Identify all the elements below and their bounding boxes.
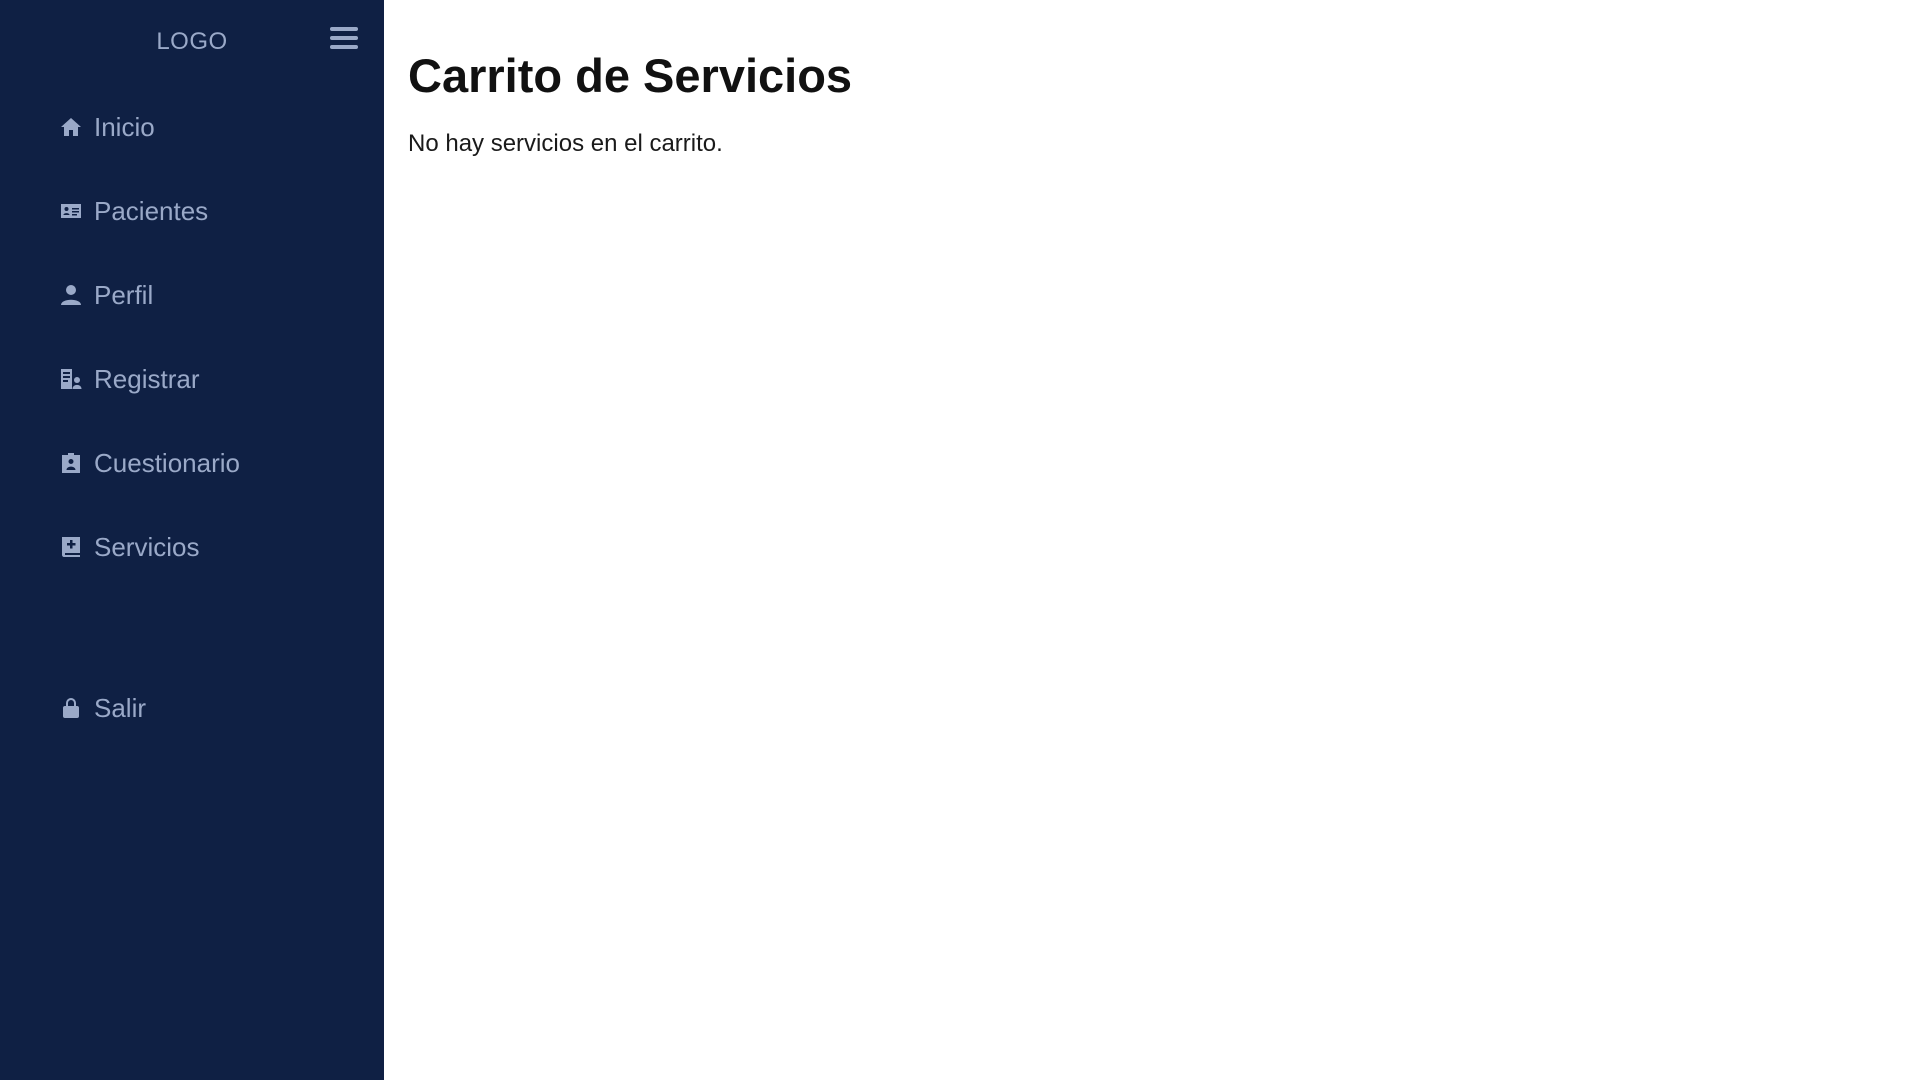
id-card-icon: [58, 198, 84, 224]
sidebar-item-servicios[interactable]: Servicios: [58, 525, 199, 569]
hamburger-menu-icon[interactable]: [330, 27, 358, 53]
clipboard-user-icon: [58, 450, 84, 476]
sidebar-item-label: Inicio: [94, 111, 155, 142]
main-content: Carrito de Servicios No hay servicios en…: [384, 0, 1920, 1080]
page-title: Carrito de Servicios: [408, 49, 853, 102]
home-icon: [58, 114, 84, 140]
sidebar-item-label: Salir: [94, 692, 147, 723]
sidebar-item-label: Servicios: [94, 531, 200, 562]
user-icon: [58, 282, 84, 308]
sidebar-item-registrar[interactable]: Registrar: [58, 357, 199, 401]
sidebar-header: LOGO: [0, 0, 384, 84]
sidebar-item-pacientes[interactable]: Pacientes: [58, 189, 208, 233]
book-medical-icon: [58, 534, 84, 560]
sidebar: LOGO Inicio Pacientes Perfil Registrar C…: [0, 0, 384, 1080]
sidebar-item-inicio[interactable]: Inicio: [58, 105, 155, 149]
register-user-icon: [58, 366, 84, 392]
sidebar-item-label: Registrar: [94, 363, 200, 394]
lock-icon: [58, 695, 84, 721]
sidebar-item-perfil[interactable]: Perfil: [58, 273, 153, 317]
sidebar-item-cuestionario[interactable]: Cuestionario: [58, 441, 240, 485]
sidebar-item-salir[interactable]: Salir: [58, 686, 146, 730]
sidebar-item-label: Pacientes: [94, 195, 209, 226]
empty-cart-message: No hay servicios en el carrito.: [408, 130, 723, 157]
sidebar-item-label: Perfil: [94, 279, 154, 310]
logo: LOGO: [156, 28, 228, 55]
sidebar-item-label: Cuestionario: [94, 447, 240, 478]
app-root: LOGO Inicio Pacientes Perfil Registrar C…: [0, 0, 1920, 1080]
